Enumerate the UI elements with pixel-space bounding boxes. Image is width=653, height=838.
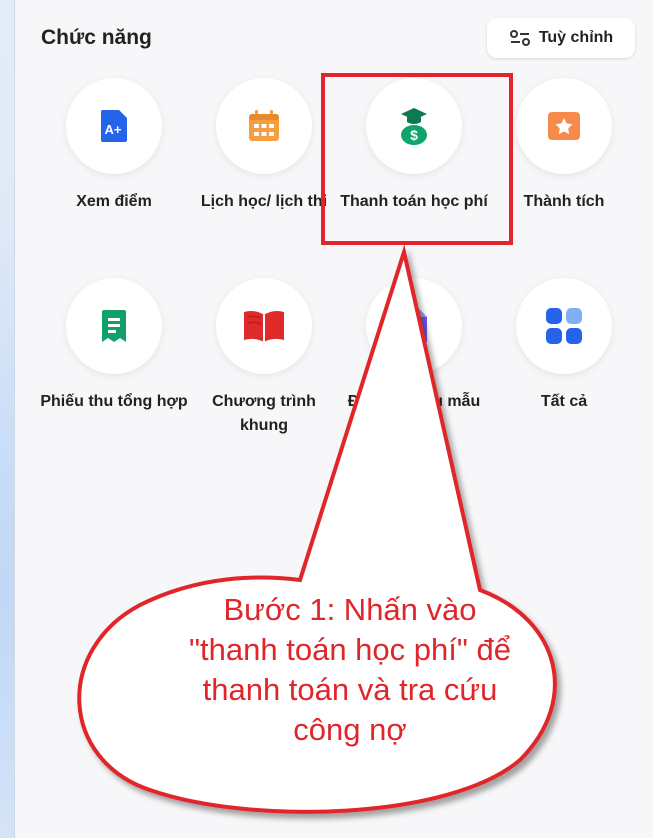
callout-line: công nợ bbox=[293, 712, 407, 747]
callout-text: Bước 1: Nhấn vào "thanh toán học phí" để… bbox=[120, 590, 580, 750]
callout-line: "thanh toán học phí" để bbox=[189, 632, 511, 667]
callout-line: Bước 1: Nhấn vào bbox=[223, 592, 477, 627]
callout-line: thanh toán và tra cứu bbox=[202, 672, 498, 707]
